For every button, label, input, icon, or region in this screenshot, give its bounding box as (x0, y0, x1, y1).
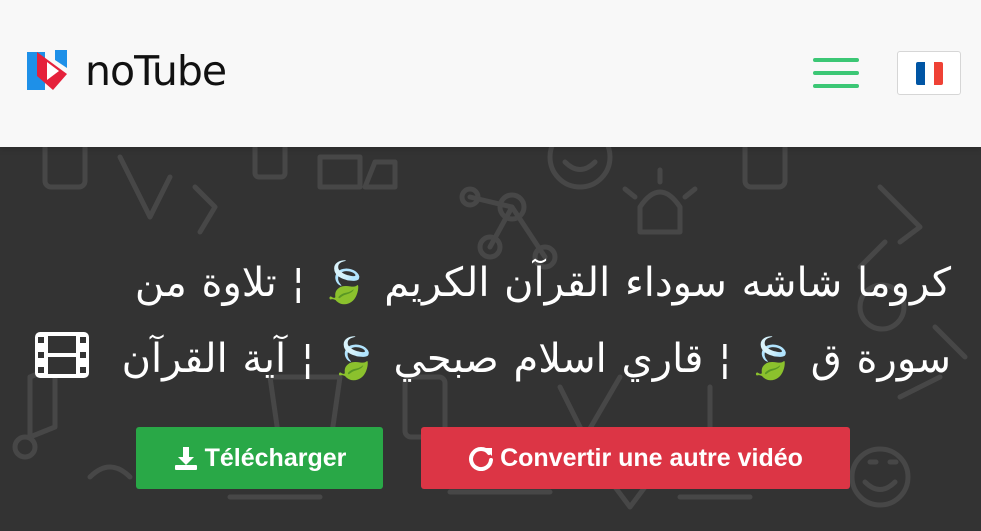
notube-logo[interactable]: noTube (23, 46, 227, 96)
download-icon (174, 447, 197, 470)
site-header: noTube (0, 0, 981, 147)
video-title-block: كروما شاشه سوداء القرآن الكريم 🍃 ¦ تلاوة… (30, 245, 951, 397)
refresh-icon (469, 447, 494, 471)
download-button-label: Télécharger (204, 443, 347, 472)
convert-another-video-button[interactable]: Convertir une autre vidéo (421, 427, 850, 489)
language-selector-button[interactable] (897, 51, 961, 95)
notube-logo-icon (27, 50, 67, 90)
film-icon (34, 332, 89, 378)
hamburger-menu-icon[interactable] (813, 58, 859, 88)
france-flag-icon (916, 62, 943, 85)
video-title: كروما شاشه سوداء القرآن الكريم 🍃 ¦ تلاوة… (30, 245, 951, 397)
convert-button-label: Convertir une autre vidéo (500, 443, 803, 472)
logo-text: noTube (85, 46, 227, 95)
download-button[interactable]: Télécharger (136, 427, 383, 489)
hero-section: كروما شاشه سوداء القرآن الكريم 🍃 ¦ تلاوة… (0, 147, 981, 531)
video-title-text: كروما شاشه سوداء القرآن الكريم 🍃 ¦ تلاوة… (121, 260, 951, 382)
